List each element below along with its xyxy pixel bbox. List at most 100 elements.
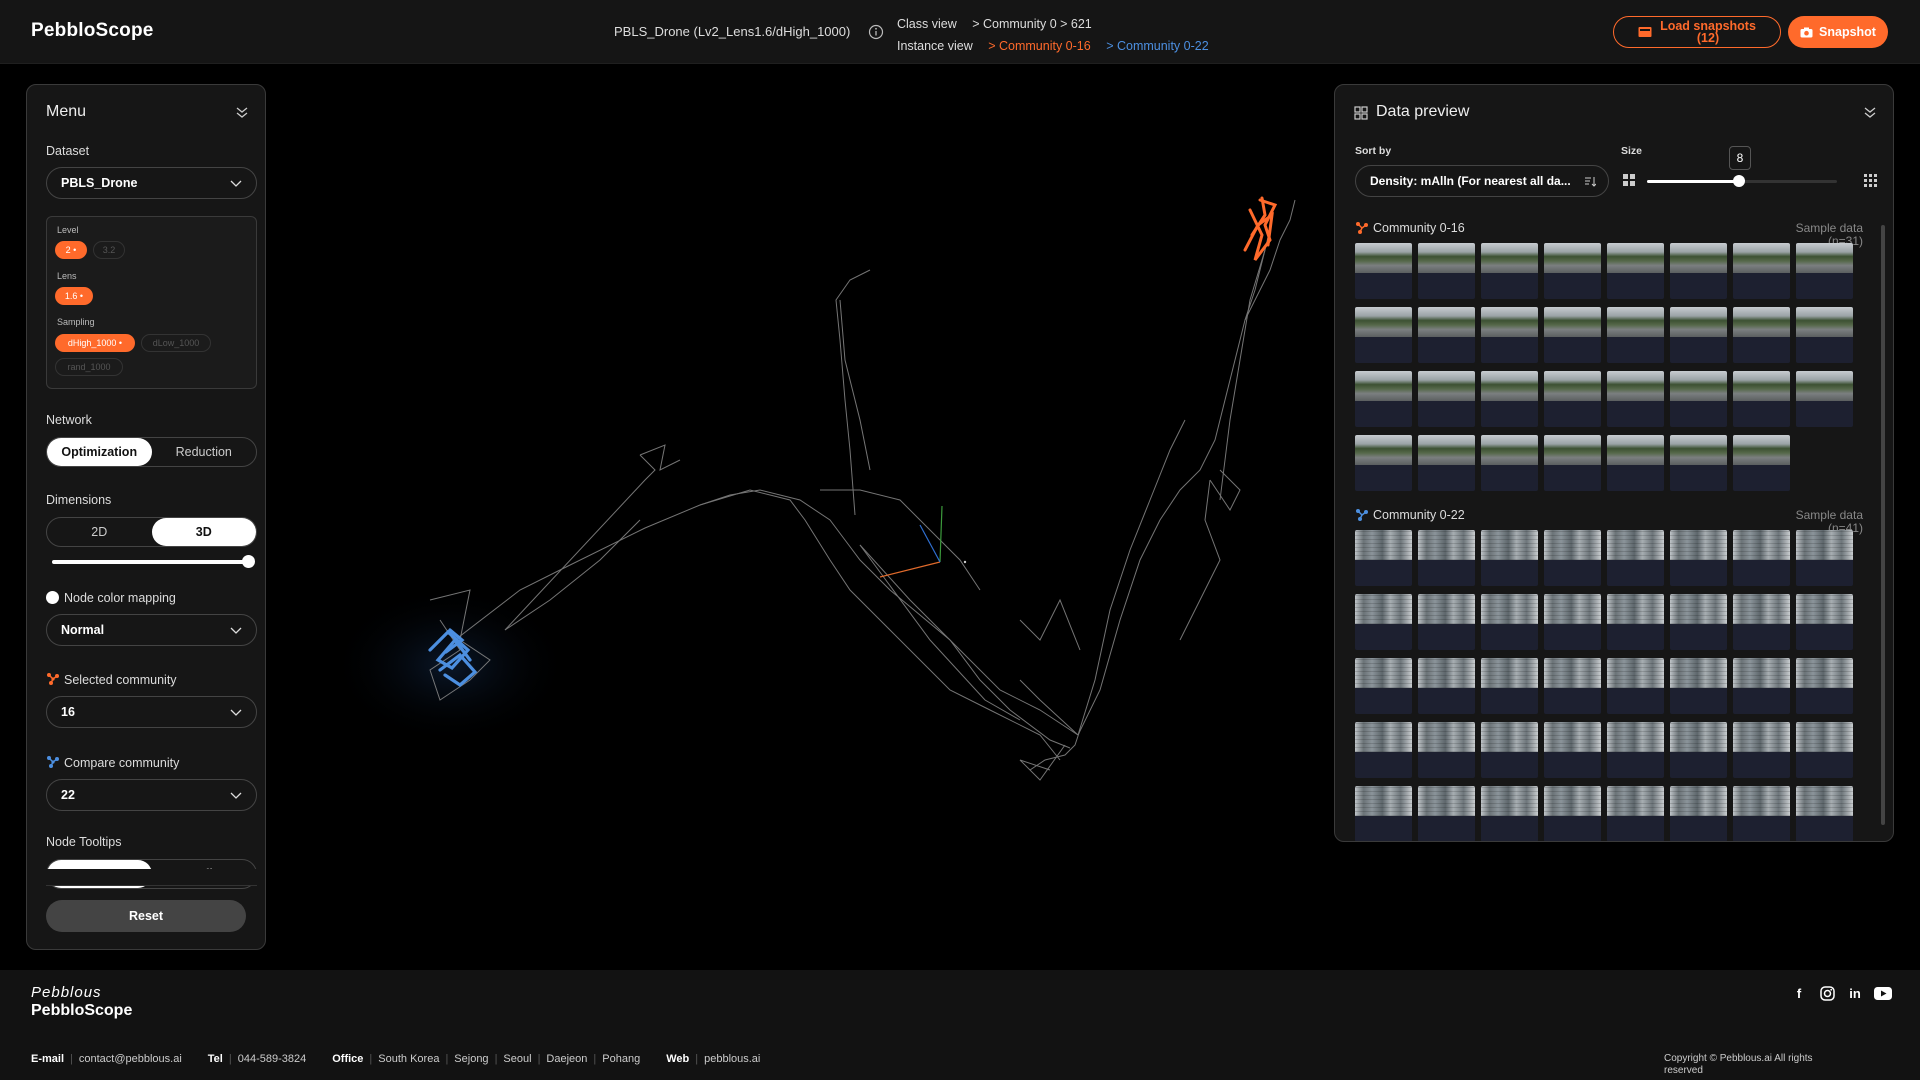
community-a-thumbnail[interactable] <box>1607 435 1664 491</box>
facebook-icon[interactable]: f <box>1790 984 1808 1002</box>
sampling-chip-rand[interactable]: rand_1000 <box>55 358 123 376</box>
community-b-thumbnail[interactable] <box>1481 786 1538 841</box>
community-a-thumbnail[interactable] <box>1418 371 1475 427</box>
info-icon[interactable] <box>868 24 884 40</box>
level-chip-2[interactable]: 2 • <box>55 241 87 259</box>
community-b-thumbnail[interactable] <box>1796 658 1853 714</box>
dimension-2d-option[interactable]: 2D <box>47 518 152 546</box>
community-b-thumbnail[interactable] <box>1796 786 1853 841</box>
community-b-thumbnail[interactable] <box>1544 594 1601 650</box>
small-grid-icon[interactable] <box>1623 174 1635 186</box>
community-b-thumbnail[interactable] <box>1607 530 1664 586</box>
dataset-select[interactable]: PBLS_Drone <box>46 167 257 199</box>
community-b-thumbnail[interactable] <box>1607 594 1664 650</box>
community-b-thumbnail[interactable] <box>1733 594 1790 650</box>
community-a-thumbnail[interactable] <box>1733 371 1790 427</box>
community-b-thumbnail[interactable] <box>1670 530 1727 586</box>
community-b-thumbnail[interactable] <box>1670 786 1727 841</box>
community-a-thumbnail[interactable] <box>1607 243 1664 299</box>
community-a-nodes[interactable] <box>1243 196 1278 261</box>
community-a-thumbnail[interactable] <box>1481 371 1538 427</box>
network-reduction-option[interactable]: Reduction <box>152 438 257 466</box>
community-b-thumbnail[interactable] <box>1733 786 1790 841</box>
compare-community-select[interactable]: 22 <box>46 779 257 811</box>
level-chip-3-2[interactable]: 3.2 <box>93 241 125 259</box>
snapshot-button[interactable]: Snapshot <box>1788 16 1888 48</box>
community-b-thumbnail[interactable] <box>1355 722 1412 778</box>
selected-community-select[interactable]: 16 <box>46 696 257 728</box>
community-a-thumbnail[interactable] <box>1481 435 1538 491</box>
community-b-thumbnail[interactable] <box>1418 786 1475 841</box>
community-a-thumbnail[interactable] <box>1355 371 1412 427</box>
community-a-thumbnail[interactable] <box>1418 307 1475 363</box>
community-b-thumbnail[interactable] <box>1670 658 1727 714</box>
load-snapshots-button[interactable]: Load snapshots (12) <box>1613 16 1781 48</box>
community-b-thumbnail[interactable] <box>1670 722 1727 778</box>
reset-button[interactable]: Reset <box>46 900 246 932</box>
community-b-thumbnail[interactable] <box>1355 658 1412 714</box>
network-toggle[interactable]: Optimization Reduction <box>46 437 257 467</box>
community-b-thumbnail[interactable] <box>1796 594 1853 650</box>
email-value[interactable]: contact@pebblous.ai <box>79 1053 182 1065</box>
community-b-thumbnail[interactable] <box>1481 530 1538 586</box>
instagram-icon[interactable] <box>1818 984 1836 1002</box>
community-b-thumbnail[interactable] <box>1796 530 1853 586</box>
community-b-thumbnail[interactable] <box>1355 786 1412 841</box>
community-b-thumbnail[interactable] <box>1796 722 1853 778</box>
sampling-chip-dlow[interactable]: dLow_1000 <box>141 334 211 352</box>
community-a-thumbnail[interactable] <box>1670 243 1727 299</box>
collapse-icon[interactable] <box>235 105 249 119</box>
community-b-thumbnail[interactable] <box>1733 530 1790 586</box>
community-b-thumbnail[interactable] <box>1544 658 1601 714</box>
instance-community-b[interactable]: > Community 0-22 <box>1106 39 1208 53</box>
community-b-thumbnail[interactable] <box>1481 658 1538 714</box>
dimension-slider-track[interactable] <box>52 560 249 564</box>
class-view-path[interactable]: > Community 0 > 621 <box>972 17 1092 31</box>
preview-scrollbar[interactable] <box>1881 225 1885 825</box>
community-a-thumbnail[interactable] <box>1670 435 1727 491</box>
community-a-thumbnail[interactable] <box>1607 307 1664 363</box>
sampling-chip-dhigh[interactable]: dHigh_1000 • <box>55 334 135 352</box>
community-a-thumbnail[interactable] <box>1670 371 1727 427</box>
community-b-thumbnail[interactable] <box>1544 786 1601 841</box>
sort-by-select[interactable]: Density: mAlln (For nearest all da... <box>1355 165 1609 197</box>
linkedin-icon[interactable]: in <box>1846 984 1864 1002</box>
large-grid-icon[interactable] <box>1864 174 1877 187</box>
node-color-toggle[interactable] <box>46 591 59 604</box>
community-b-thumbnail[interactable] <box>1355 594 1412 650</box>
community-b-thumbnail[interactable] <box>1418 530 1475 586</box>
community-b-thumbnail[interactable] <box>1670 594 1727 650</box>
youtube-icon[interactable] <box>1874 984 1892 1002</box>
collapse-icon[interactable] <box>1863 105 1877 119</box>
community-b-thumbnail[interactable] <box>1355 530 1412 586</box>
size-slider-knob[interactable] <box>1733 175 1745 187</box>
app-logo[interactable]: PebbloScope <box>31 20 154 42</box>
community-b-thumbnail[interactable] <box>1481 594 1538 650</box>
dimensions-toggle[interactable]: 2D 3D <box>46 517 257 547</box>
community-a-thumbnail[interactable] <box>1355 243 1412 299</box>
node-color-select[interactable]: Normal <box>46 614 257 646</box>
community-a-thumbnail[interactable] <box>1670 307 1727 363</box>
community-a-thumbnail[interactable] <box>1355 435 1412 491</box>
community-a-thumbnail[interactable] <box>1544 371 1601 427</box>
community-b-thumbnail[interactable] <box>1418 658 1475 714</box>
community-a-thumbnail[interactable] <box>1796 371 1853 427</box>
community-a-thumbnail[interactable] <box>1355 307 1412 363</box>
community-a-thumbnail[interactable] <box>1418 243 1475 299</box>
community-b-thumbnail[interactable] <box>1418 722 1475 778</box>
community-a-thumbnail[interactable] <box>1607 371 1664 427</box>
community-a-thumbnail[interactable] <box>1544 435 1601 491</box>
community-b-thumbnail[interactable] <box>1544 722 1601 778</box>
instance-community-a[interactable]: > Community 0-16 <box>988 39 1090 53</box>
community-a-thumbnail[interactable] <box>1544 243 1601 299</box>
community-b-thumbnail[interactable] <box>1607 786 1664 841</box>
community-b-thumbnail[interactable] <box>1733 658 1790 714</box>
community-a-thumbnail[interactable] <box>1481 307 1538 363</box>
community-a-thumbnail[interactable] <box>1544 307 1601 363</box>
network-optimization-option[interactable]: Optimization <box>47 438 152 466</box>
community-a-thumbnail[interactable] <box>1481 243 1538 299</box>
community-b-thumbnail[interactable] <box>1607 658 1664 714</box>
community-a-thumbnail[interactable] <box>1796 307 1853 363</box>
community-a-thumbnail[interactable] <box>1733 307 1790 363</box>
web-value[interactable]: pebblous.ai <box>704 1053 760 1065</box>
